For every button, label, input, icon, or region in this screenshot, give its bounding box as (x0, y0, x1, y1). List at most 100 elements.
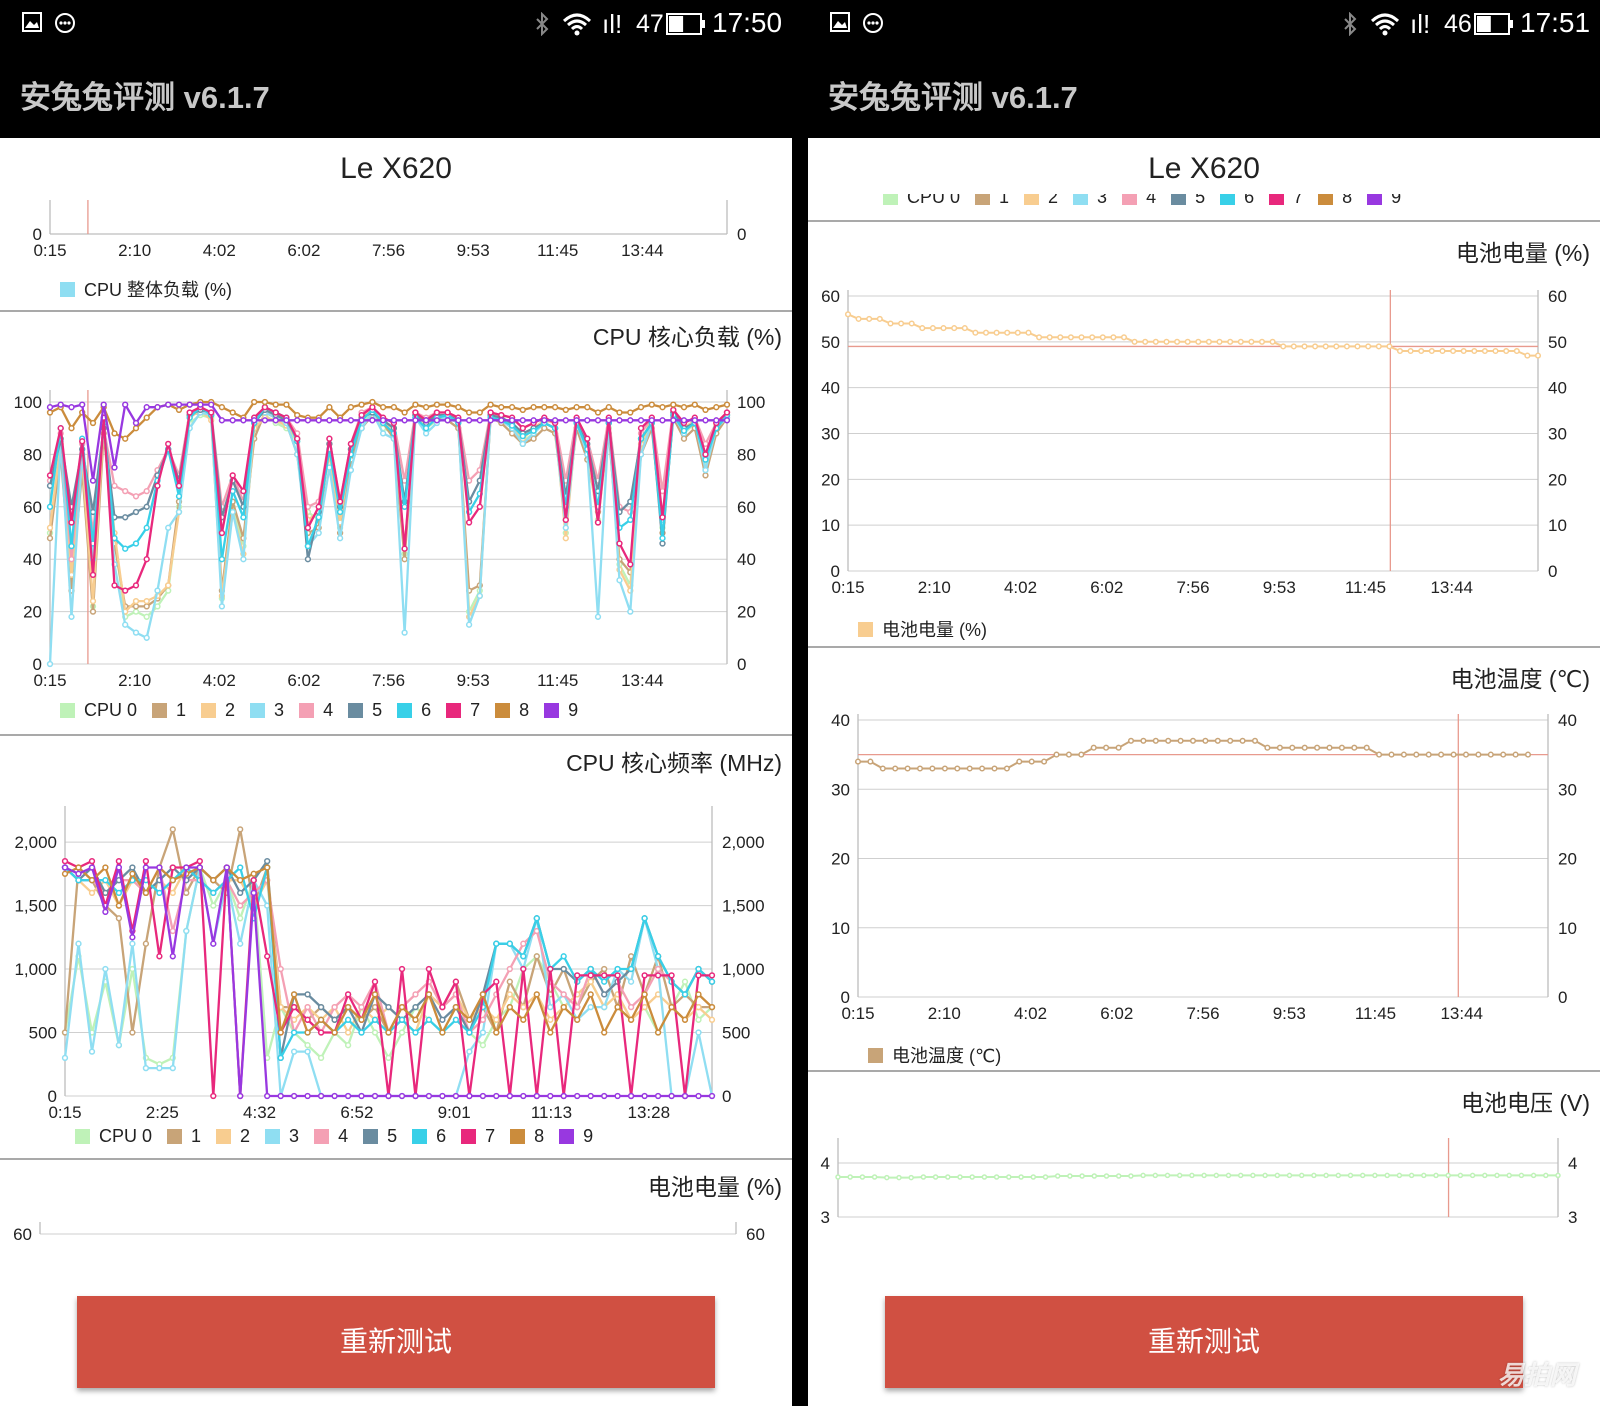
data-point (143, 613, 150, 620)
data-point (614, 965, 621, 973)
data-point (68, 519, 75, 526)
data-point (401, 503, 408, 510)
data-point (143, 404, 150, 411)
data-point (702, 466, 709, 474)
battery-level-chart: 0 010 1020 2030 3040 4050 5060 600:15 2:10 4:02 6:… (821, 287, 1567, 597)
data-point (294, 411, 301, 419)
data-point (277, 1029, 284, 1036)
legend-label: 6 (436, 1126, 447, 1146)
data-point (601, 978, 608, 985)
data-point (1396, 347, 1404, 355)
x-tick-label: 0:15 (48, 1103, 81, 1122)
data-point (680, 404, 688, 411)
data-point (1016, 758, 1023, 765)
data-point (1407, 347, 1414, 355)
data-point (702, 472, 709, 479)
data-point (46, 535, 54, 542)
data-point (533, 927, 540, 935)
data-point (264, 1092, 271, 1100)
x-tick-label: 2:10 (928, 1004, 961, 1023)
battery-temperature-chart: 0 010 1020 2030 3040 400:15 2:10 4:02 6:02 7:56 9:… (831, 711, 1577, 1023)
section-title-cpu-core-frequency: CPU 核心频率 (MHz) (566, 750, 782, 776)
data-point (398, 965, 406, 973)
data-point (422, 425, 430, 432)
y-tick-label-left: 20 (821, 470, 840, 489)
data-point (294, 417, 301, 424)
data-point (530, 435, 537, 442)
data-point (315, 529, 322, 537)
data-point (132, 419, 140, 427)
data-point (1312, 343, 1319, 350)
data-point (479, 1016, 487, 1023)
data-point (390, 404, 398, 411)
data-point (879, 765, 886, 772)
y-tick-label-right: 500 (722, 1024, 750, 1043)
data-point (326, 435, 333, 442)
data-point (981, 1174, 988, 1180)
data-point (358, 1092, 365, 1100)
data-point (859, 1174, 866, 1180)
retest-button[interactable]: 重新测试 (885, 1296, 1523, 1388)
data-point (1250, 1172, 1256, 1179)
data-point (379, 430, 387, 437)
data-point (398, 1016, 406, 1023)
data-point (237, 902, 244, 909)
data-point (1176, 1172, 1183, 1179)
data-point (966, 765, 973, 772)
data-point (277, 1054, 284, 1062)
data-point (904, 765, 911, 772)
y-tick-label-left: 500 (29, 1024, 57, 1043)
data-point (465, 409, 473, 416)
legend-label: 8 (519, 700, 530, 720)
data-point (508, 422, 516, 429)
legend-item: 8 (1318, 194, 1352, 208)
legend-swatch (348, 703, 364, 718)
retest-button[interactable]: 重新测试 (77, 1296, 715, 1388)
legend-swatch (1318, 194, 1334, 205)
data-point (1274, 1172, 1281, 1179)
data-point (476, 592, 483, 600)
x-tick-label: 9:53 (1273, 1004, 1306, 1023)
data-point (1460, 347, 1467, 355)
section-divider (808, 220, 1600, 222)
data-point (331, 1092, 338, 1100)
data-point (143, 556, 150, 563)
legend-label: 5 (1195, 194, 1206, 207)
x-tick-label: 13:44 (1440, 1004, 1483, 1023)
data-point (1127, 737, 1135, 744)
data-point (412, 409, 419, 416)
data-point (46, 409, 54, 416)
data-point (708, 1092, 716, 1100)
data-point (919, 325, 926, 332)
data-point (654, 965, 662, 973)
data-point (1421, 1172, 1427, 1179)
y-tick-label-left: 50 (821, 333, 840, 352)
data-point (594, 409, 602, 416)
data-point (1530, 1172, 1537, 1179)
data-point (560, 1092, 567, 1100)
data-point (493, 1029, 500, 1036)
y-tick-label-right: 0 (1548, 562, 1557, 581)
y-tick-label-left: 40 (821, 379, 840, 398)
test-results-scroll-area[interactable]: Le X620 0 0 0:15 2:10 4:02 6:02 7:56 9:53 11:45 1… (0, 138, 792, 1406)
y-tick-label-right: 4 (1568, 1154, 1577, 1173)
data-point (115, 864, 123, 871)
legend-item: 1 (152, 700, 186, 721)
data-point (1494, 1172, 1500, 1179)
data-point (46, 472, 54, 479)
legend-label: 2 (240, 1126, 251, 1146)
data-point (1057, 334, 1064, 341)
data-point (476, 503, 483, 510)
y-tick-label-right: 60 (737, 498, 756, 517)
data-point (616, 577, 623, 584)
test-results-scroll-area[interactable]: Le X620 CPU 0 1 2 3 4 5 6 7 8 9 电池电量 (%) 0 0 10 10 20… (808, 138, 1600, 1406)
data-point (1078, 751, 1085, 758)
x-tick-label: 4:02 (1014, 1004, 1047, 1023)
data-point (659, 417, 666, 424)
legend-swatch (1122, 194, 1138, 205)
data-point (237, 940, 244, 947)
device-name: Le X620 (1148, 152, 1260, 185)
data-point (723, 417, 731, 424)
data-point (1512, 751, 1519, 758)
legend-swatch (397, 703, 413, 718)
